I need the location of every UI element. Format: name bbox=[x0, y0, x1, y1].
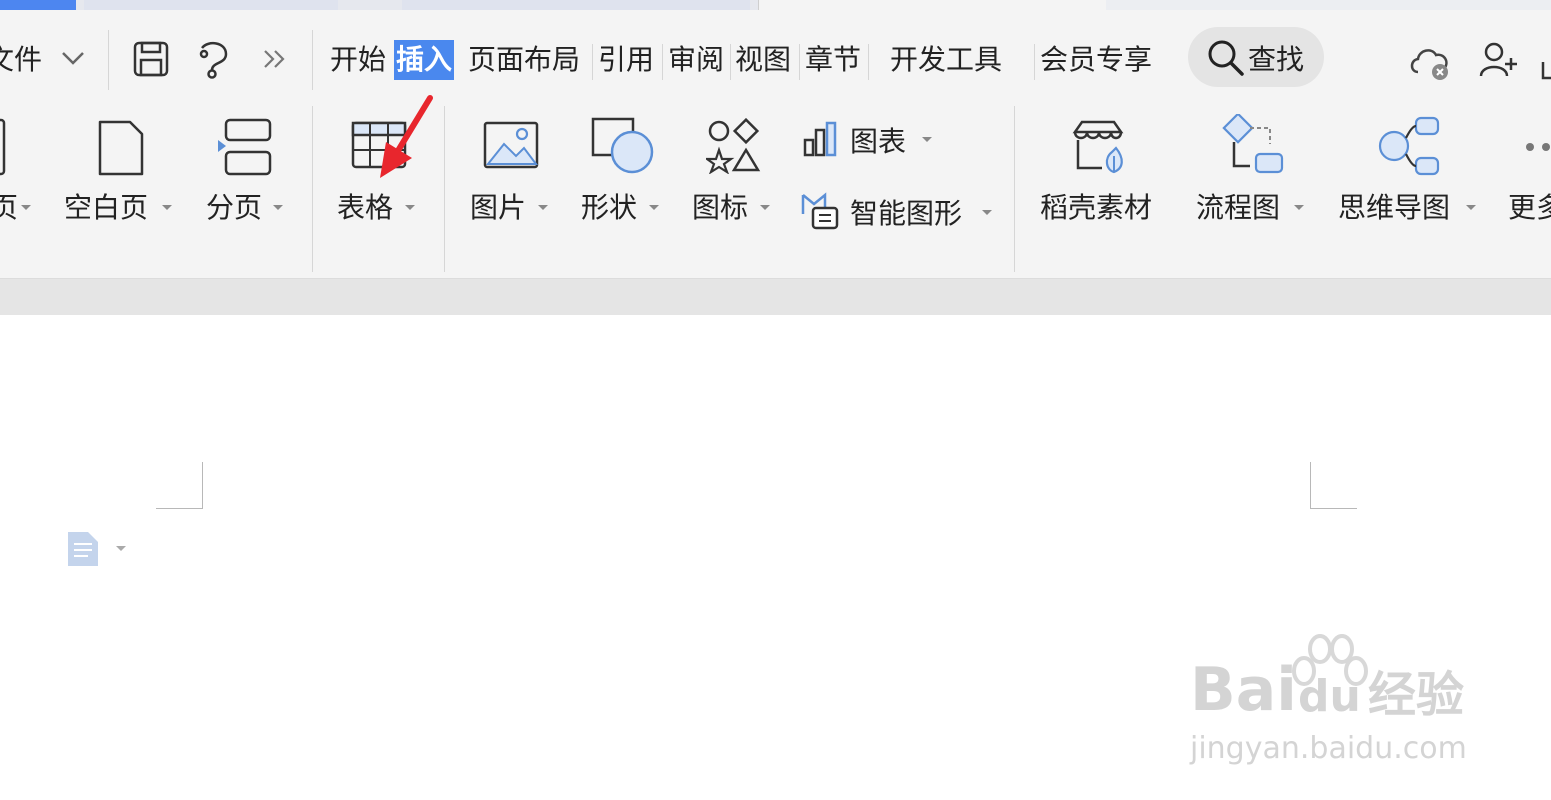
tab-reference[interactable]: 引用 bbox=[598, 40, 654, 80]
separator bbox=[108, 30, 109, 90]
more-tools-icon[interactable] bbox=[262, 48, 288, 70]
cloud-sync-icon[interactable] bbox=[1408, 42, 1454, 82]
tab-strip-empty bbox=[1106, 0, 1551, 10]
separator bbox=[1034, 44, 1035, 80]
document-tab[interactable] bbox=[402, 0, 750, 10]
table-dropdown[interactable] bbox=[405, 205, 415, 210]
active-document-tab[interactable] bbox=[0, 0, 76, 10]
watermark-brand-b: du bbox=[1298, 671, 1361, 722]
tab-insert[interactable]: 插入 bbox=[394, 40, 455, 80]
smart-art-dropdown[interactable] bbox=[982, 210, 992, 215]
separator bbox=[868, 44, 869, 80]
separator bbox=[444, 106, 445, 272]
document-tab-strip bbox=[0, 0, 1551, 10]
picture-dropdown[interactable] bbox=[538, 205, 548, 210]
tab-dev-tools[interactable]: 开发工具 bbox=[890, 40, 1002, 80]
blank-page-dropdown[interactable] bbox=[162, 205, 172, 210]
separator bbox=[1014, 106, 1015, 272]
tab-review[interactable]: 审阅 bbox=[668, 40, 724, 80]
document-tab[interactable] bbox=[758, 0, 1108, 10]
picture-label[interactable]: 图片 bbox=[470, 188, 526, 228]
document-page[interactable]: Bai du 经验 jingyan.baidu.com bbox=[0, 315, 1551, 800]
icon-library-label[interactable]: 图标 bbox=[692, 188, 748, 228]
tab-page-layout[interactable]: 页面布局 bbox=[468, 40, 580, 80]
cover-page-label[interactable]: 页 bbox=[0, 188, 18, 228]
blank-page-label[interactable]: 空白页 bbox=[64, 188, 148, 228]
mindmap-icon[interactable] bbox=[1376, 114, 1442, 178]
page-break-label[interactable]: 分页 bbox=[206, 188, 262, 228]
icon-library-icon[interactable] bbox=[706, 118, 762, 174]
paragraph-layout-dropdown[interactable] bbox=[116, 546, 126, 551]
flowchart-icon[interactable] bbox=[1222, 114, 1286, 178]
picture-icon[interactable] bbox=[482, 120, 540, 170]
watermark-brand-c: 经验 bbox=[1368, 667, 1465, 723]
flowchart-label[interactable]: 流程图 bbox=[1196, 188, 1280, 228]
chart-icon[interactable] bbox=[802, 120, 838, 158]
watermark-url: jingyan.baidu.com bbox=[1190, 731, 1467, 766]
cover-page-dropdown[interactable] bbox=[21, 205, 31, 210]
document-tab[interactable] bbox=[84, 0, 338, 10]
format-painter-icon[interactable] bbox=[196, 40, 232, 80]
shape-label[interactable]: 形状 bbox=[581, 188, 637, 228]
menu-bar: 文件 开始 插入 页面布局 引用 审阅 视图 章节 开发工具 会员专享 查找 bbox=[0, 10, 1551, 106]
separator bbox=[662, 44, 663, 80]
separator bbox=[592, 44, 593, 80]
page-break-icon[interactable] bbox=[216, 116, 274, 178]
tab-start[interactable]: 开始 bbox=[330, 40, 386, 80]
chart-label[interactable]: 图表 bbox=[850, 122, 906, 162]
icon-library-dropdown[interactable] bbox=[760, 205, 770, 210]
tab-view[interactable]: 视图 bbox=[735, 40, 791, 80]
tab-section[interactable]: 章节 bbox=[805, 40, 861, 80]
cover-page-icon[interactable] bbox=[0, 118, 8, 176]
blank-page-icon[interactable] bbox=[96, 118, 146, 178]
watermark-brand-a: Bai bbox=[1190, 655, 1297, 725]
search-label[interactable]: 查找 bbox=[1248, 40, 1304, 80]
separator bbox=[730, 44, 731, 80]
separator bbox=[312, 106, 313, 272]
flowchart-dropdown[interactable] bbox=[1294, 205, 1304, 210]
smart-art-label[interactable]: 智能图形 bbox=[850, 194, 962, 234]
more-label[interactable]: 更多 bbox=[1508, 188, 1551, 228]
share-user-icon[interactable] bbox=[1478, 40, 1518, 80]
shape-icon[interactable] bbox=[590, 116, 656, 178]
table-label[interactable]: 表格 bbox=[337, 188, 393, 228]
mindmap-dropdown[interactable] bbox=[1466, 205, 1476, 210]
separator bbox=[312, 30, 313, 90]
chart-dropdown[interactable] bbox=[922, 137, 932, 142]
more-dots-icon[interactable] bbox=[1522, 140, 1551, 154]
wps-writer-window: 文件 开始 插入 页面布局 引用 审阅 视图 章节 开发工具 会员专享 查找 页… bbox=[0, 0, 1551, 800]
ruler-band bbox=[0, 279, 1551, 315]
mindmap-label[interactable]: 思维导图 bbox=[1338, 188, 1450, 228]
menu-overflow-icon[interactable] bbox=[1540, 60, 1551, 82]
smart-art-icon[interactable] bbox=[800, 192, 840, 232]
margin-corner-right bbox=[1310, 462, 1357, 509]
chevron-down-icon[interactable] bbox=[60, 50, 86, 66]
tab-member[interactable]: 会员专享 bbox=[1040, 40, 1152, 80]
search-icon[interactable] bbox=[1206, 38, 1246, 78]
margin-corner-left bbox=[156, 462, 203, 509]
file-menu[interactable]: 文件 bbox=[0, 40, 42, 80]
separator bbox=[799, 44, 800, 80]
docer-store-icon[interactable] bbox=[1070, 118, 1130, 176]
insert-ribbon: 页 空白页 分页 表格 图片 形状 图标 图表 智能图形 稻壳素材 流程图 思维… bbox=[0, 106, 1551, 279]
paragraph-layout-icon[interactable] bbox=[66, 530, 100, 568]
page-break-dropdown[interactable] bbox=[273, 205, 283, 210]
save-icon[interactable] bbox=[132, 40, 170, 78]
docer-label[interactable]: 稻壳素材 bbox=[1040, 188, 1152, 228]
annotation-arrow-icon bbox=[380, 95, 433, 178]
shape-dropdown[interactable] bbox=[649, 205, 659, 210]
